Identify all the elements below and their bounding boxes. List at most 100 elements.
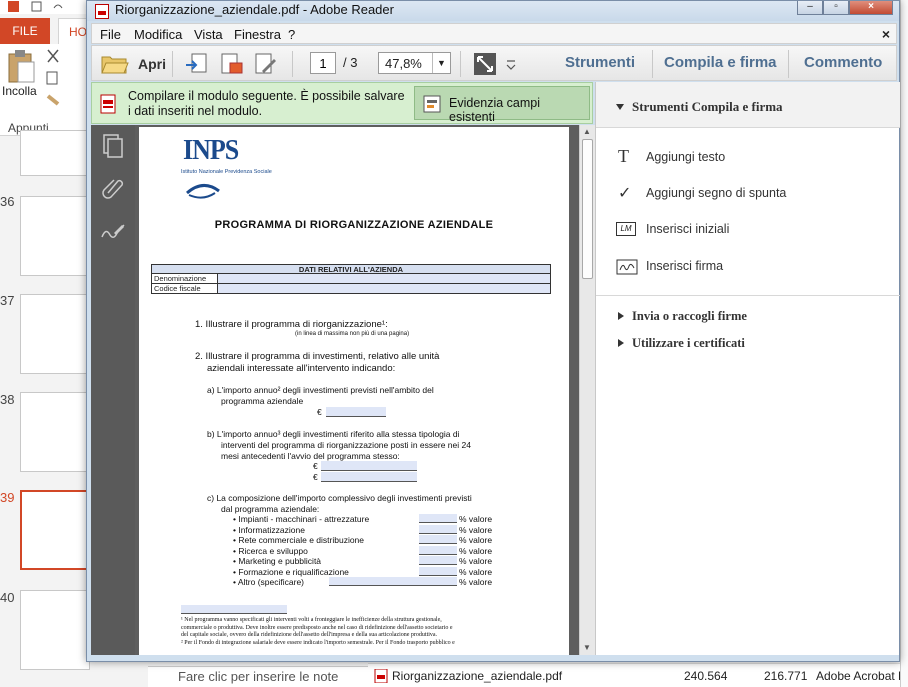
sign-document-icon[interactable] [252, 51, 278, 77]
menu-vista[interactable]: Vista [194, 27, 223, 42]
item-a-line2: programma aziendale [221, 396, 304, 406]
notes-placeholder[interactable]: Fare clic per inserire le note [178, 669, 338, 684]
percent-field[interactable] [419, 566, 457, 576]
slide-thumb[interactable] [20, 590, 90, 670]
list-item: • Impianti - macchinari - attrezzature [233, 514, 370, 524]
importo-a-field[interactable] [326, 407, 386, 417]
scrollbar-thumb[interactable] [582, 139, 593, 279]
text-tool-icon: T [618, 146, 629, 166]
add-text-tool[interactable]: T Aggiungi testo [616, 145, 886, 171]
menu-file[interactable]: File [100, 27, 121, 42]
company-data-table: DATI RELATIVI ALL'AZIENDA Denominazione … [151, 264, 551, 294]
checkmark-icon: ✓ [618, 185, 632, 202]
ppt-quick-access-icons[interactable] [6, 0, 66, 14]
slide-number: 37 [0, 293, 15, 308]
add-signature-tool[interactable]: Inserisci firma [616, 254, 886, 280]
importo-b2-field[interactable] [321, 472, 417, 482]
fill-sign-tools-header[interactable]: Strumenti Compila e firma [596, 82, 900, 128]
add-initials-tool[interactable]: LM Inserisci iniziali [616, 217, 886, 243]
footnote-1a: ¹ Nel programma vanno specificati gli in… [181, 617, 442, 623]
tab-strumenti[interactable]: Strumenti [565, 54, 635, 71]
denominazione-field[interactable] [218, 274, 550, 283]
zoom-select[interactable]: 47,8% ▼ [378, 52, 451, 74]
toolbar-more-icon[interactable] [504, 51, 518, 77]
slide-number: 40 [0, 590, 15, 605]
codice-fiscale-field[interactable] [218, 284, 550, 293]
page-thumbnails-icon[interactable] [100, 133, 126, 159]
create-pdf-icon[interactable] [184, 51, 210, 77]
toolbar-separator [788, 50, 789, 78]
altro-field[interactable] [329, 577, 457, 586]
notes-pane[interactable]: Fare clic per inserire le note [148, 666, 368, 687]
scroll-up-icon[interactable]: ▲ [583, 127, 591, 136]
toolbar-separator [460, 51, 461, 77]
open-label: Apri [138, 56, 166, 72]
menu-modifica[interactable]: Modifica [134, 27, 182, 42]
close-button[interactable]: × [849, 1, 893, 15]
save-pdf-icon[interactable] [218, 51, 244, 77]
explorer-size2: 216.771 [764, 669, 808, 683]
euro-sign: € [313, 461, 318, 471]
item-label: Altro (specificare) [237, 577, 305, 587]
paste-icon[interactable] [6, 50, 36, 84]
percent-label: % valore [459, 535, 493, 545]
section-send-signatures[interactable]: Invia o raccogli firme [616, 309, 816, 329]
footnote-2: ² Per il Fondo di integrazione salariale… [181, 640, 455, 646]
ppt-file-tab[interactable]: FILE [0, 18, 50, 44]
clipboard-tools-icons[interactable] [44, 48, 64, 108]
importo-b1-field[interactable] [321, 461, 417, 471]
minimize-button[interactable]: ‒ [797, 1, 823, 15]
menu-help[interactable]: ? [288, 27, 295, 42]
document-close-icon[interactable]: × [882, 26, 890, 42]
percent-label: % valore [459, 556, 493, 566]
page-number-input[interactable] [310, 52, 336, 74]
inps-logo-icon [186, 184, 220, 199]
field-label: Codice fiscale [154, 284, 218, 293]
attachments-icon[interactable] [100, 175, 126, 201]
slide-thumb[interactable] [20, 392, 90, 472]
tab-compila-e-firma[interactable]: Compila e firma [664, 54, 777, 71]
slide-thumb[interactable] [20, 294, 90, 374]
signatures-icon[interactable] [100, 217, 126, 243]
percent-field[interactable] [419, 535, 457, 544]
slide-thumb[interactable] [20, 130, 90, 176]
menu-finestra[interactable]: Finestra [234, 27, 281, 42]
document-view[interactable]: INPS Istituto Nazionale Previdenza Socia… [135, 125, 593, 655]
fullscreen-icon[interactable] [472, 51, 498, 77]
maximize-button[interactable]: ▫ [823, 1, 849, 15]
scroll-down-icon[interactable]: ▼ [583, 643, 591, 652]
slide-thumbnails: 36 37 38 39 40 [0, 130, 100, 687]
slide-thumb-selected[interactable] [20, 490, 90, 570]
vertical-scrollbar[interactable]: ▲ ▼ [579, 125, 595, 655]
toolbar-separator [652, 50, 653, 78]
item-label: Marketing e pubblicità [238, 556, 322, 566]
toolbar-separator [172, 51, 173, 77]
inps-logo-subtitle: Istituto Nazionale Previdenza Sociale [181, 169, 272, 175]
question-1: 1. Illustrare il programma di riorganizz… [195, 319, 388, 330]
add-checkmark-label: Aggiungi segno di spunta [646, 186, 787, 200]
item-label: Impianti - macchinari - attrezzature [238, 514, 370, 524]
add-signature-label: Inserisci firma [646, 259, 724, 273]
explorer-file-row[interactable]: Riorganizzazione_aziendale.pdf 240.564 2… [368, 663, 908, 687]
item-c-line1: c) La composizione dell'importo compless… [207, 493, 472, 503]
window-titlebar[interactable]: Riorganizzazione_aziendale.pdf - Adobe R… [87, 1, 899, 21]
slide-thumb[interactable] [20, 196, 90, 276]
percent-field[interactable] [419, 524, 457, 534]
footnote-1b: commerciale o produttiva. Deve inoltre e… [181, 624, 453, 631]
percent-field[interactable] [419, 545, 457, 555]
highlight-fields-button[interactable]: Evidenzia campi esistenti [414, 86, 590, 124]
expand-icon [618, 339, 624, 347]
list-item: • Informatizzazione [233, 524, 305, 535]
add-checkmark-tool[interactable]: ✓ Aggiungi segno di spunta [616, 181, 886, 207]
table-row: Denominazione [151, 274, 551, 284]
open-button[interactable]: Apri [98, 51, 166, 77]
percent-field[interactable] [419, 514, 457, 523]
add-initials-label: Inserisci iniziali [646, 222, 730, 236]
footnote-field[interactable] [181, 605, 287, 614]
section-certificates[interactable]: Utilizzare i certificati [616, 336, 816, 356]
paste-label[interactable]: Incolla [2, 84, 37, 98]
document-title: PROGRAMMA DI RIORGANIZZAZIONE AZIENDALE [214, 219, 494, 231]
percent-field[interactable] [419, 556, 457, 565]
chevron-down-icon[interactable]: ▼ [432, 53, 450, 73]
tab-commento[interactable]: Commento [804, 54, 882, 71]
